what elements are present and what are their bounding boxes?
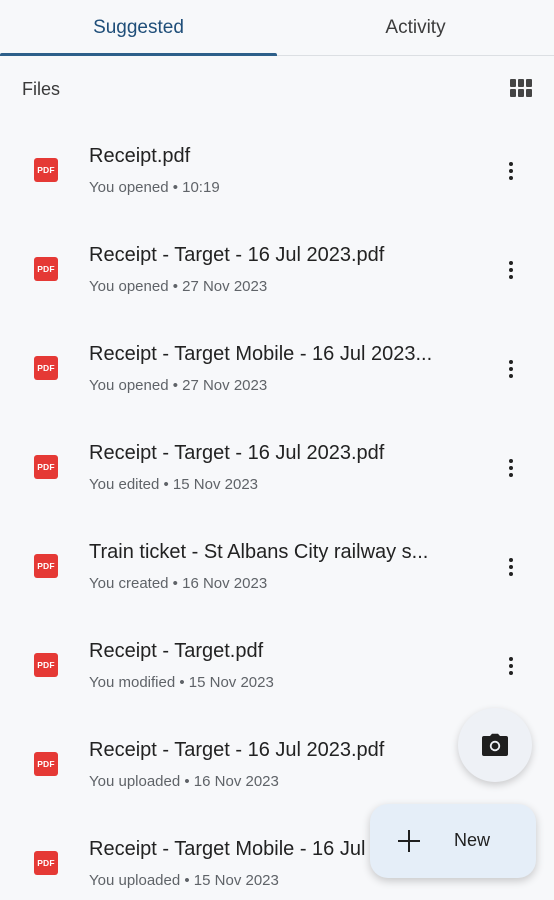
pdf-icon: PDF (34, 752, 58, 776)
tab-bar: Suggested Activity (0, 0, 554, 56)
file-name: Receipt - Target - 16 Jul 2023.pdf (89, 739, 385, 761)
tab-suggested[interactable]: Suggested (0, 0, 277, 55)
plus-icon (398, 830, 420, 852)
file-name: Receipt - Target - 16 Jul 2023.pdf (89, 244, 385, 266)
new-button[interactable]: New (370, 804, 536, 878)
file-row[interactable]: PDF Receipt - Target - 16 Jul 2023.pdf Y… (0, 419, 554, 518)
pdf-icon: PDF (34, 653, 58, 677)
file-text: Train ticket - St Albans City railway s.… (89, 540, 469, 593)
file-meta: You edited • 15 Nov 2023 (89, 476, 258, 493)
more-options-icon[interactable] (498, 653, 524, 679)
file-name: Receipt.pdf (89, 145, 191, 167)
file-meta: You modified • 15 Nov 2023 (89, 674, 274, 691)
files-section-header: Files (0, 56, 554, 122)
pdf-icon: PDF (34, 158, 58, 182)
file-text: Receipt - Target Mobile - 16 Jul 2023...… (89, 342, 469, 395)
file-meta: You opened • 27 Nov 2023 (89, 278, 268, 295)
file-text: Receipt - Target - 16 Jul 2023.pdf You e… (89, 441, 469, 494)
pdf-icon: PDF (34, 455, 58, 479)
file-name: Receipt - Target.pdf (89, 640, 264, 662)
camera-icon (482, 733, 508, 756)
file-list: PDF Receipt.pdf You opened • 10:19 PDF R… (0, 122, 554, 900)
tab-activity-label: Activity (385, 16, 446, 38)
file-name: Receipt - Target Mobile - 16 Jul 2023... (89, 343, 433, 365)
file-meta: You opened • 27 Nov 2023 (89, 377, 268, 394)
section-title: Files (22, 78, 61, 99)
pdf-icon: PDF (34, 257, 58, 281)
file-row[interactable]: PDF Receipt.pdf You opened • 10:19 (0, 122, 554, 221)
file-row[interactable]: PDF Receipt - Target.pdf You modified • … (0, 617, 554, 716)
new-button-label: New (454, 830, 491, 850)
file-name: Receipt - Target - 16 Jul 2023.pdf (89, 442, 385, 464)
file-text: Receipt - Target - 16 Jul 2023.pdf You u… (89, 738, 469, 791)
file-row[interactable]: PDF Train ticket - St Albans City railwa… (0, 518, 554, 617)
file-row[interactable]: PDF Receipt - Target Mobile - 16 Jul 202… (0, 320, 554, 419)
grid-view-icon[interactable] (510, 79, 534, 99)
more-options-icon[interactable] (498, 257, 524, 283)
file-text: Receipt - Target.pdf You modified • 15 N… (89, 639, 469, 692)
tab-suggested-label: Suggested (93, 16, 184, 38)
file-name: Train ticket - St Albans City railway s.… (89, 541, 429, 563)
more-options-icon[interactable] (498, 158, 524, 184)
file-text: Receipt - Target - 16 Jul 2023.pdf You o… (89, 243, 469, 296)
more-options-icon[interactable] (498, 554, 524, 580)
file-text: Receipt.pdf You opened • 10:19 (89, 144, 469, 197)
file-meta: You created • 16 Nov 2023 (89, 575, 268, 592)
file-meta: You opened • 10:19 (89, 179, 220, 196)
pdf-icon: PDF (34, 554, 58, 578)
pdf-icon: PDF (34, 356, 58, 380)
file-row[interactable]: PDF Receipt - Target - 16 Jul 2023.pdf Y… (0, 221, 554, 320)
pdf-icon: PDF (34, 851, 58, 875)
scan-camera-button[interactable] (458, 708, 532, 782)
file-meta: You uploaded • 16 Nov 2023 (89, 773, 279, 790)
more-options-icon[interactable] (498, 455, 524, 481)
tab-activity[interactable]: Activity (277, 0, 554, 55)
more-options-icon[interactable] (498, 356, 524, 382)
